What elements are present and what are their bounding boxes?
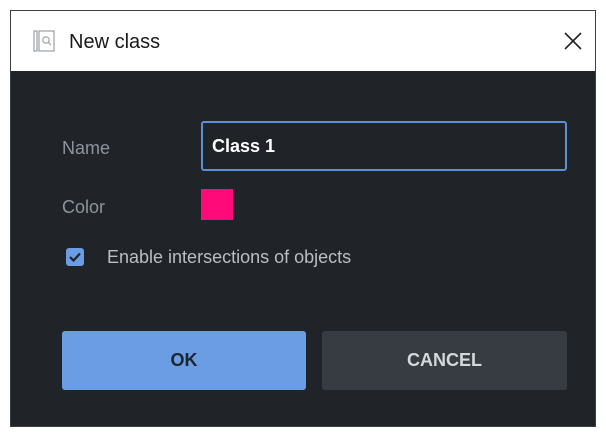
color-label: Color [62, 197, 106, 217]
dialog-titlebar: New class [11, 11, 595, 71]
name-label: Name [62, 138, 111, 158]
cancel-button[interactable]: CANCEL [322, 331, 567, 390]
ok-button[interactable]: OK [62, 331, 306, 390]
enable-intersections-label: Enable intersections of objects [107, 247, 352, 267]
class-search-icon [33, 30, 55, 52]
checkmark-icon [69, 252, 81, 263]
enable-intersections-checkbox[interactable] [66, 248, 84, 266]
close-button[interactable] [553, 21, 593, 61]
class-name-input[interactable] [201, 121, 567, 171]
dialog-title: New class [69, 31, 161, 53]
close-icon [564, 32, 582, 50]
color-picker-swatch[interactable] [201, 189, 233, 220]
new-class-dialog: New class Name Color Enable intersection… [10, 10, 596, 427]
